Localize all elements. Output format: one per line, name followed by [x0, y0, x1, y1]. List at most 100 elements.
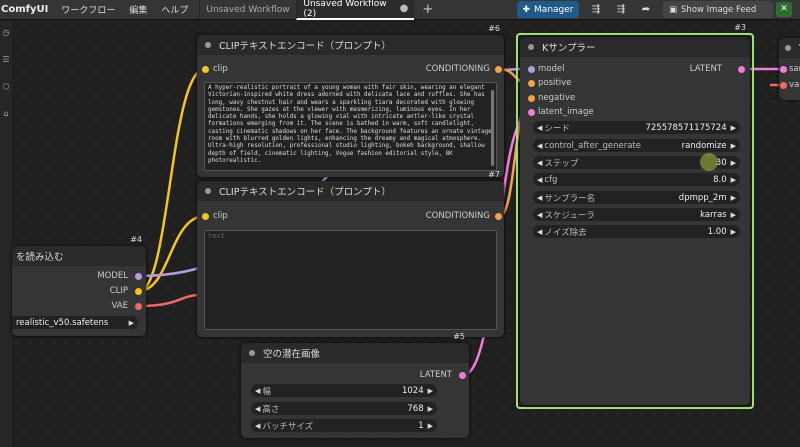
- right-arrow-icon[interactable]: ▶: [731, 176, 736, 184]
- ckpt-name-value: realistic_v50.safetens: [16, 317, 109, 328]
- node-id: #5: [453, 332, 465, 341]
- widget-label: control_after_generate: [544, 140, 641, 151]
- clip-input-slot[interactable]: [202, 213, 209, 220]
- node-title: を読み込む: [16, 252, 64, 263]
- mouse-cursor-highlight: [700, 153, 718, 171]
- prompt-textarea[interactable]: text: [204, 230, 497, 330]
- clip-text-encode-node-positive[interactable]: #6 CLIPテキストエンコード（プロンプト） clip CONDITIONIN…: [197, 24, 504, 177]
- clip-output-slot[interactable]: [135, 288, 142, 295]
- right-arrow-icon[interactable]: ▶: [428, 405, 433, 413]
- cfg-widget[interactable]: ◀ cfg 8.0 ▶: [533, 173, 740, 186]
- clip-text-encode-node-negative[interactable]: #7 CLIPテキストエンコード（プロンプト） clip CONDITIONIN…: [197, 170, 504, 337]
- width-widget[interactable]: ◀ 幅 1024 ▶: [251, 384, 437, 397]
- latent-image-input-label: latent_image: [538, 107, 594, 117]
- right-arrow-icon[interactable]: ▶: [731, 211, 736, 219]
- ksampler-node[interactable]: #3 Kサンプラー model positive negative latent…: [520, 23, 750, 405]
- left-arrow-icon[interactable]: ◀: [537, 159, 542, 167]
- model-input-slot[interactable]: [528, 66, 535, 73]
- node-title-bar[interactable]: 空の潜在画像: [241, 343, 469, 363]
- batch-size-widget[interactable]: ◀ バッチサイズ 1 ▶: [251, 419, 437, 432]
- control-after-generate-widget[interactable]: ◀ control_after_generate randomize ▶: [533, 139, 740, 152]
- clip-input-slot[interactable]: [202, 66, 209, 73]
- checkpoint-loader-node[interactable]: #4 を読み込む MODEL CLIP VAE realistic_v50.sa…: [12, 235, 146, 336]
- latent-image-input-slot[interactable]: [528, 109, 535, 116]
- node-title-bar[interactable]: CLIPテキストエンコード（プロンプト）: [197, 181, 504, 201]
- right-arrow-icon[interactable]: ▶: [731, 142, 736, 150]
- ckpt-name-selector[interactable]: realistic_v50.safetens ▶: [12, 316, 138, 329]
- latent-output-label: LATENT: [689, 64, 722, 74]
- negative-input-slot[interactable]: [528, 95, 535, 102]
- samples-input-slot[interactable]: [780, 66, 787, 73]
- empty-latent-image-node[interactable]: #5 空の潜在画像 LATENT ◀ 幅 1024 ▶ ◀ 高さ 768 ▶ ◀…: [241, 332, 469, 438]
- node-title: CLIPテキストエンコード（プロンプト）: [219, 41, 391, 52]
- textarea-scrollbar[interactable]: [491, 90, 494, 166]
- left-arrow-icon[interactable]: ◀: [537, 194, 542, 202]
- node-id: #6: [488, 24, 500, 33]
- model-output-slot[interactable]: [135, 273, 142, 280]
- collapse-dot-icon[interactable]: [205, 188, 211, 194]
- collapse-dot-icon[interactable]: [528, 44, 534, 50]
- right-arrow-icon[interactable]: ▶: [129, 319, 134, 327]
- collapse-dot-icon[interactable]: [205, 42, 211, 48]
- widget-value: karras: [700, 209, 727, 220]
- samples-input-label: sar: [789, 64, 800, 74]
- negative-input-label: negative: [538, 93, 576, 103]
- node-title-bar[interactable]: CLIPテキストエンコード（プロンプト）: [197, 35, 504, 55]
- node-title: Kサンプラー: [542, 43, 596, 54]
- prompt-textarea[interactable]: A hyper-realistic portrait of a young wo…: [204, 82, 497, 171]
- widget-value: 1: [418, 420, 424, 431]
- clip-input-label: clip: [213, 64, 228, 74]
- left-arrow-icon[interactable]: ◀: [537, 124, 542, 132]
- height-widget[interactable]: ◀ 高さ 768 ▶: [251, 402, 437, 415]
- right-arrow-icon[interactable]: ▶: [428, 422, 433, 430]
- widget-label: ノイズ除去: [544, 227, 587, 238]
- positive-input-label: positive: [538, 78, 572, 88]
- widget-label: サンプラー名: [544, 193, 596, 204]
- node-id: #7: [488, 170, 500, 179]
- widget-value: 768: [407, 403, 424, 414]
- conditioning-output-label: CONDITIONING: [425, 211, 490, 221]
- left-arrow-icon[interactable]: ◀: [255, 387, 260, 395]
- right-arrow-icon[interactable]: ▶: [731, 159, 736, 167]
- left-arrow-icon[interactable]: ◀: [537, 211, 542, 219]
- node-title-bar[interactable]: Kサンプラー: [520, 37, 750, 57]
- node-title-bar[interactable]: V: [779, 38, 800, 58]
- widget-value: dpmpp_2m: [678, 192, 727, 203]
- vae-output-label: VAE: [111, 301, 128, 311]
- widget-value: 1.00: [707, 226, 727, 237]
- node-title: CLIPテキストエンコード（プロンプト）: [219, 187, 391, 198]
- left-arrow-icon[interactable]: ◀: [537, 142, 542, 150]
- right-arrow-icon[interactable]: ▶: [731, 124, 736, 132]
- right-arrow-icon[interactable]: ▶: [731, 228, 736, 236]
- left-arrow-icon[interactable]: ◀: [255, 405, 260, 413]
- widget-label: ステップ: [544, 158, 579, 169]
- collapse-dot-icon[interactable]: [249, 350, 255, 356]
- widget-label: バッチサイズ: [262, 421, 314, 432]
- model-input-label: model: [538, 64, 565, 74]
- widget-label: スケジューラ: [544, 210, 595, 221]
- right-arrow-icon[interactable]: ▶: [428, 387, 433, 395]
- vae-decode-node[interactable]: V sar vae: [779, 38, 800, 100]
- right-arrow-icon[interactable]: ▶: [731, 194, 736, 202]
- left-arrow-icon[interactable]: ◀: [537, 228, 542, 236]
- scheduler-widget[interactable]: ◀ スケジューラ karras ▶: [533, 208, 740, 221]
- vae-input-slot[interactable]: [780, 82, 787, 89]
- node-id: #3: [734, 23, 746, 32]
- latent-output-slot[interactable]: [459, 372, 466, 379]
- sampler-name-widget[interactable]: ◀ サンプラー名 dpmpp_2m ▶: [533, 191, 740, 204]
- widget-label: シード: [544, 123, 570, 134]
- widget-value: randomize: [681, 140, 727, 151]
- left-arrow-icon[interactable]: ◀: [537, 176, 542, 184]
- node-title-bar[interactable]: を読み込む: [12, 246, 146, 266]
- collapse-dot-icon[interactable]: [785, 45, 791, 51]
- denoise-widget[interactable]: ◀ ノイズ除去 1.00 ▶: [533, 225, 740, 238]
- conditioning-output-slot[interactable]: [495, 213, 502, 220]
- conditioning-output-slot[interactable]: [495, 66, 502, 73]
- vae-output-slot[interactable]: [135, 303, 142, 310]
- latent-output-slot[interactable]: [738, 66, 745, 73]
- seed-widget[interactable]: ◀ シード 725578571175724 ▶: [533, 121, 740, 134]
- widget-label: 高さ: [262, 404, 280, 415]
- clip-output-label: CLIP: [109, 286, 128, 296]
- left-arrow-icon[interactable]: ◀: [255, 422, 260, 430]
- positive-input-slot[interactable]: [528, 80, 535, 87]
